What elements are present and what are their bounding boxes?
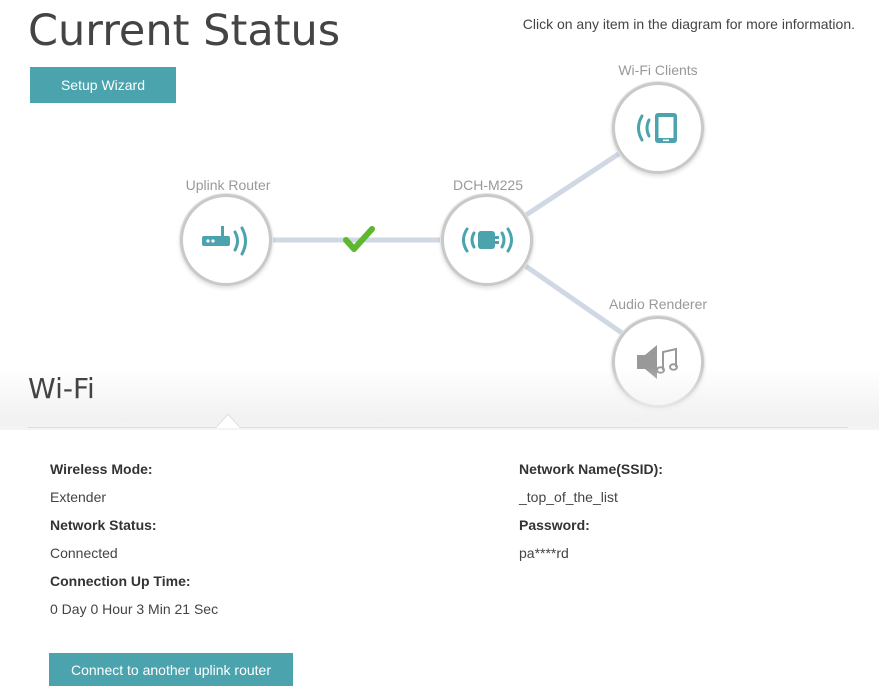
ssid-value: _top_of_the_list <box>519 489 618 505</box>
connection-up-time-value: 0 Day 0 Hour 3 Min 21 Sec <box>50 601 219 617</box>
network-status-label: Network Status: <box>50 517 157 533</box>
wireless-mode-value: Extender <box>50 489 107 505</box>
tablet-wifi-icon <box>637 113 677 143</box>
wifi-section-title: Wi-Fi <box>28 372 95 405</box>
wifi-info-left: Wireless Mode: Extender Network Status: … <box>50 455 218 623</box>
section-pointer-inner <box>216 415 240 428</box>
wifi-info-right: Network Name(SSID): _top_of_the_list Pas… <box>519 455 663 567</box>
wireless-mode-label: Wireless Mode: <box>50 461 153 477</box>
network-diagram: Uplink Router DCH-M225 Wi-Fi Clients Aud… <box>0 0 879 420</box>
password-label: Password: <box>519 517 590 533</box>
extender-label: DCH-M225 <box>452 177 523 193</box>
password-value: pa****rd <box>519 545 569 561</box>
extender-node[interactable] <box>441 194 533 286</box>
router-icon <box>202 226 247 256</box>
diagram-links <box>226 125 660 361</box>
wifi-clients-label: Wi-Fi Clients <box>618 62 698 78</box>
ssid-label: Network Name(SSID): <box>519 461 663 477</box>
connect-uplink-button[interactable]: Connect to another uplink router <box>49 653 293 686</box>
uplink-router-label: Uplink Router <box>185 177 271 193</box>
audio-renderer-label: Audio Renderer <box>608 296 708 312</box>
connection-up-time-label: Connection Up Time: <box>50 573 191 589</box>
section-divider <box>28 427 848 428</box>
uplink-router-node[interactable] <box>180 194 272 286</box>
section-header-band <box>0 368 879 430</box>
extender-icon <box>462 227 513 253</box>
network-status-value: Connected <box>50 545 118 561</box>
wifi-clients-node[interactable] <box>612 82 704 174</box>
